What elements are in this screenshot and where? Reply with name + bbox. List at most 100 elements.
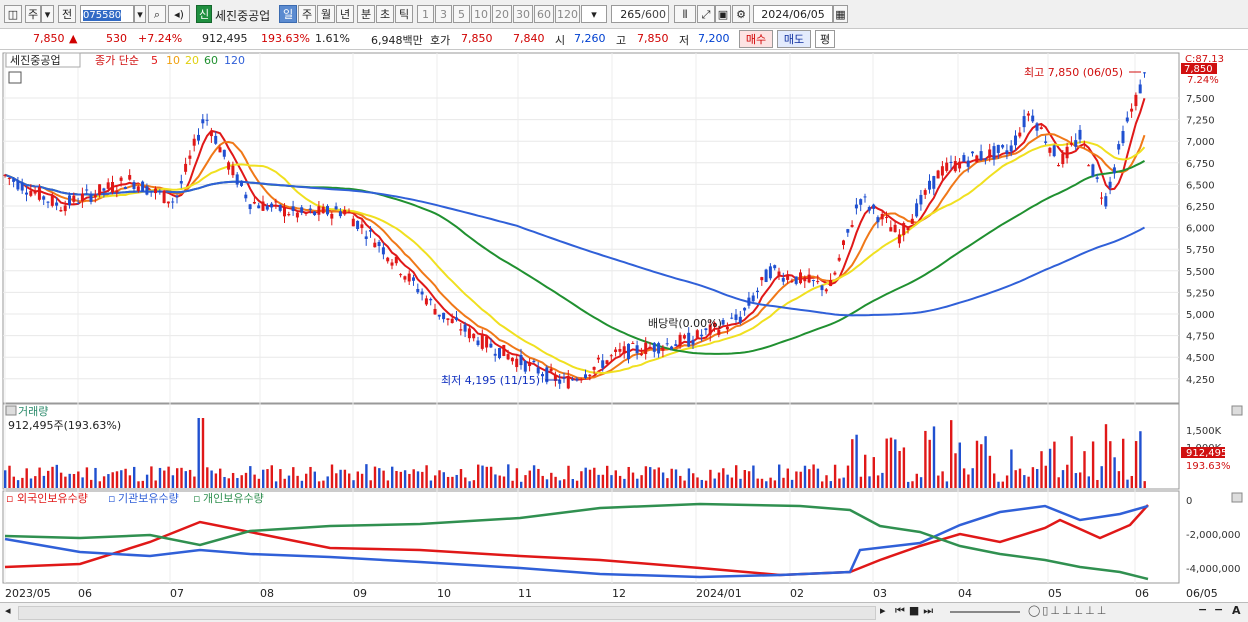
period-second[interactable]: 초: [376, 5, 394, 23]
volume-collapse-icon[interactable]: [5, 405, 17, 416]
period-month[interactable]: 월: [317, 5, 335, 23]
candle-body: [330, 213, 334, 219]
scroll-track[interactable]: [18, 606, 876, 620]
candle-body: [515, 358, 519, 368]
candle-body: [248, 204, 252, 210]
layout-icon[interactable]: ◫: [4, 5, 22, 23]
prev-button[interactable]: 전: [58, 5, 76, 23]
date-input[interactable]: 2024/06/05: [753, 5, 833, 23]
volume-bar: [606, 465, 609, 488]
volume-bar: [975, 440, 979, 488]
volume-bar: [704, 480, 708, 488]
volume-bar: [842, 477, 845, 488]
volume-bar: [889, 437, 893, 488]
volume-bar: [894, 439, 897, 488]
interval-5[interactable]: 5: [453, 5, 470, 23]
volume-bar: [4, 470, 7, 488]
draw-tool-icon[interactable]: ⤢: [697, 5, 715, 23]
stock-code-input[interactable]: 075580: [80, 5, 134, 23]
candle-body: [1018, 132, 1022, 137]
gear-icon[interactable]: ⚙: [732, 5, 750, 23]
chart-type-icon[interactable]: ⫴: [674, 5, 696, 23]
candle-body: [781, 278, 785, 282]
volume-bar: [257, 478, 261, 488]
save-icon[interactable]: ▣: [715, 5, 731, 23]
interval-30[interactable]: 30: [513, 5, 533, 23]
candle-body: [811, 280, 815, 282]
period-week[interactable]: 주: [298, 5, 316, 23]
date-tick: 02: [790, 587, 804, 600]
candle-body: [29, 190, 33, 196]
candle-body: [214, 135, 218, 144]
count-input[interactable]: 265/600: [611, 5, 669, 23]
interval-1[interactable]: 1: [417, 5, 434, 23]
table-icon[interactable]: [8, 71, 22, 84]
eval-button[interactable]: 평: [815, 30, 835, 48]
market-select[interactable]: 주: [25, 5, 41, 23]
calendar-icon[interactable]: ▦: [833, 5, 848, 23]
volume-bar: [107, 474, 110, 488]
volume-bar: [434, 475, 437, 488]
candle-body: [971, 151, 974, 154]
volume-close-icon[interactable]: [1231, 405, 1243, 416]
candle-body: [910, 218, 914, 224]
volume-bar: [885, 438, 888, 488]
date-axis: 2023/05 06 07 08 09 10 11 12 2024/01 02 03 04 05 06 06…: [5, 587, 1218, 600]
interval-10[interactable]: 10: [471, 5, 491, 23]
date-tick: 04: [958, 587, 972, 600]
market-dropdown-icon[interactable]: ▾: [41, 5, 54, 23]
candle-body: [369, 230, 372, 232]
zoom-slider[interactable]: [950, 611, 1020, 613]
legend-ma60: 60: [204, 54, 218, 67]
volume-bar: [231, 472, 235, 488]
period-tick[interactable]: 틱: [395, 5, 413, 23]
interval-20[interactable]: 20: [492, 5, 512, 23]
candle-body: [1143, 72, 1146, 74]
interval-120[interactable]: 120: [555, 5, 580, 23]
auto-scale-icon[interactable]: A: [1232, 604, 1241, 617]
volume-bar: [481, 465, 484, 488]
candle-body: [1069, 142, 1073, 145]
search-icon[interactable]: ⌕: [148, 5, 166, 23]
candle-body: [145, 186, 149, 195]
period-day[interactable]: 일: [279, 5, 297, 23]
drawing-tools[interactable]: ◯▯⊥⊥⊥⊥⊥: [1028, 604, 1108, 617]
candle-body: [227, 162, 231, 170]
chart-area[interactable]: 7,500 7,250 7,000 6,750 6,500 6,250 6,000 5,750…: [0, 50, 1248, 602]
bottom-scrollbar[interactable]: ◂ ▸ ⏮■⏭ ◯▯⊥⊥⊥⊥⊥ − − A: [0, 602, 1248, 622]
candle-body: [463, 324, 467, 332]
code-dropdown-icon[interactable]: ▾: [134, 5, 146, 23]
candle-body: [313, 211, 317, 216]
zoom-out-icon[interactable]: −: [1198, 603, 1207, 616]
volume-bar: [902, 447, 906, 488]
interval-60[interactable]: 60: [534, 5, 554, 23]
legend-ma20: 20: [185, 54, 199, 67]
chart-canvas[interactable]: 7,500 7,250 7,000 6,750 6,500 6,250 6,000 5,750…: [0, 50, 1248, 602]
candle-body: [700, 334, 704, 337]
volume-bar: [980, 444, 983, 488]
candle-body: [876, 217, 880, 223]
candle-body: [919, 194, 923, 205]
sell-button[interactable]: 매도: [777, 30, 811, 48]
volume-bar: [1087, 476, 1090, 488]
volume-bar: [623, 478, 626, 488]
volume-bar: [765, 481, 768, 488]
scroll-right-icon[interactable]: ▸: [880, 604, 886, 617]
period-year[interactable]: 년: [336, 5, 354, 23]
speaker-icon[interactable]: ◂): [168, 5, 190, 23]
playback-controls[interactable]: ⏮■⏭: [895, 604, 937, 618]
volume-bar: [180, 467, 183, 488]
price-tick: 6,000: [1186, 224, 1215, 235]
holdings-lines: [4, 502, 1149, 581]
date-tick: 12: [612, 587, 626, 600]
interval-dropdown[interactable]: ▾: [581, 5, 607, 23]
holdings-close-icon[interactable]: [1231, 492, 1243, 503]
volume-bar: [262, 469, 265, 488]
volume-bar: [967, 474, 970, 488]
period-minute[interactable]: 분: [357, 5, 375, 23]
candle-body: [1087, 165, 1091, 167]
buy-button[interactable]: 매수: [739, 30, 773, 48]
scroll-left-icon[interactable]: ◂: [5, 604, 11, 617]
zoom-in-icon[interactable]: −: [1214, 603, 1223, 616]
interval-3[interactable]: 3: [435, 5, 452, 23]
